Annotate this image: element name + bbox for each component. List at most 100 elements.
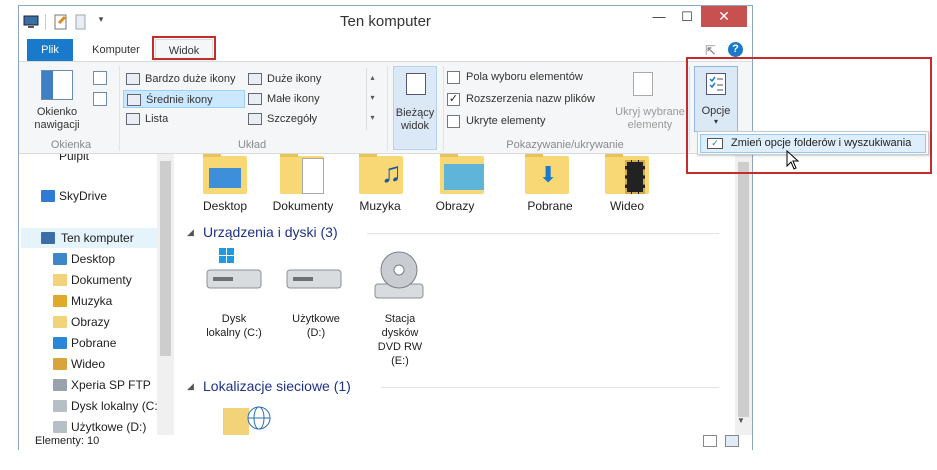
folder-dokumenty-label[interactable]: Dokumenty <box>263 199 343 213</box>
pictures-folder-icon <box>53 316 67 328</box>
nav-item-wideo[interactable]: Wideo <box>71 354 105 374</box>
dvd-label-1[interactable]: Stacja <box>365 312 435 326</box>
nav-item-desktop[interactable]: Desktop <box>71 249 115 269</box>
separator <box>119 66 120 151</box>
dvd-drive-icon[interactable] <box>367 246 431 302</box>
extra-large-icons-icon <box>126 73 140 85</box>
nav-pane-label-2[interactable]: nawigacji <box>29 119 85 131</box>
dvd-label-4[interactable]: (E:) <box>365 354 435 368</box>
section-collapse-icon[interactable]: ◢ <box>187 227 194 238</box>
nav-item-dysk-d[interactable]: Użytkowe (D:) <box>71 417 146 435</box>
disk-c-label-1[interactable]: Dysk <box>199 312 269 326</box>
nav-item-pulpit[interactable]: Pulpit <box>59 154 89 166</box>
current-view-icon <box>406 73 426 95</box>
folder-obrazy[interactable] <box>440 154 484 194</box>
dvd-label-3[interactable]: DVD RW <box>365 340 435 354</box>
skydrive-icon <box>41 190 55 202</box>
nav-item-xperia[interactable]: Xperia SP FTP <box>71 375 151 395</box>
nav-scrollbar-thumb[interactable] <box>160 161 171 356</box>
disk-d-icon[interactable] <box>283 246 347 294</box>
computer-icon <box>41 232 55 244</box>
separator <box>387 66 388 151</box>
content-pane: Desktop Dokumenty ♫ Muzyka Obrazy ⬇ Pobr… <box>175 154 735 435</box>
hide-selected-label-2[interactable]: elementy <box>615 119 685 131</box>
local-disk-c-icon[interactable] <box>203 246 267 294</box>
nav-item-pobrane[interactable]: Pobrane <box>71 333 116 353</box>
folder-pobrane[interactable]: ⬇ <box>525 154 569 194</box>
change-folder-options-item[interactable]: ✓ Zmień opcje folderów i wyszukiwania <box>700 134 926 153</box>
help-icon[interactable]: ? <box>728 42 743 57</box>
ribbon-tabs: Plik Komputer Widok ⇱ ? <box>19 39 752 61</box>
layout-scroll-buttons[interactable]: ▴ ▾ ▾ <box>366 68 378 130</box>
folder-muzyka-label[interactable]: Muzyka <box>340 199 420 213</box>
maximize-button[interactable]: ☐ <box>673 6 701 27</box>
scroll-down-icon[interactable]: ▼ <box>737 416 745 425</box>
group-okienka: Okienka <box>50 139 92 151</box>
folder-wideo[interactable] <box>605 154 649 194</box>
file-extensions-label[interactable]: Rozszerzenia nazw plików <box>466 93 595 105</box>
hidden-items-label[interactable]: Ukryte elementy <box>466 115 545 127</box>
nav-item-dokumenty[interactable]: Dokumenty <box>71 270 132 290</box>
current-view-button[interactable]: Bieżący widok <box>393 66 437 150</box>
tab-plik[interactable]: Plik <box>27 39 73 61</box>
details-pane-icon[interactable] <box>93 92 107 106</box>
folder-desktop[interactable] <box>203 154 247 194</box>
details-icon <box>248 113 262 125</box>
folder-obrazy-label[interactable]: Obrazy <box>415 199 495 213</box>
minimize-button[interactable]: — <box>645 6 673 27</box>
network-header[interactable]: Lokalizacje sieciowe (1) <box>203 378 351 394</box>
music-folder-icon <box>53 295 67 307</box>
disk-d-label-2[interactable]: (D:) <box>281 326 351 340</box>
desktop-folder-icon <box>53 253 67 265</box>
layout-medium[interactable]: Średnie ikony <box>123 90 245 108</box>
ribbon: Okienko nawigacji Okienka Bardzo duże ik… <box>19 61 752 154</box>
item-checkboxes-label[interactable]: Pola wyboru elementów <box>466 71 583 83</box>
section-collapse-icon[interactable]: ◢ <box>187 381 194 392</box>
preview-pane-icon[interactable] <box>93 71 107 85</box>
nav-item-skydrive[interactable]: SkyDrive <box>59 186 107 206</box>
layout-details[interactable]: Szczegóły <box>245 110 363 128</box>
nav-item-dysk-c[interactable]: Dysk lokalny (C:) <box>71 396 157 416</box>
tab-komputer[interactable]: Komputer <box>83 39 149 61</box>
folder-wideo-label[interactable]: Wideo <box>587 199 667 213</box>
documents-folder-icon <box>53 274 67 286</box>
details-view-icon[interactable] <box>703 435 717 447</box>
item-checkboxes-checkbox[interactable] <box>447 71 460 84</box>
folder-muzyka[interactable]: ♫ <box>359 154 403 194</box>
nav-item-muzyka[interactable]: Muzyka <box>71 291 112 311</box>
file-extensions-checkbox[interactable]: ✓ <box>447 93 460 106</box>
nav-pane-label-1[interactable]: Okienko <box>29 106 85 118</box>
videos-folder-icon <box>53 358 67 370</box>
layout-extra-large[interactable]: Bardzo duże ikony <box>123 70 245 88</box>
disk-c-label-2[interactable]: lokalny (C:) <box>199 326 269 340</box>
ftp-icon <box>53 379 67 391</box>
folder-pobrane-label[interactable]: Pobrane <box>510 199 590 213</box>
hide-selected-label-1[interactable]: Ukryj wybrane <box>615 106 685 118</box>
folder-options-icon: ✓ <box>707 138 723 149</box>
mouse-cursor-icon <box>786 149 800 170</box>
layout-small[interactable]: Małe ikony <box>245 90 363 108</box>
hide-selected-icon[interactable] <box>633 72 653 96</box>
title-bar: ▾ Ten komputer — ☐ ✕ <box>19 6 752 38</box>
hidden-items-checkbox[interactable] <box>447 115 460 128</box>
current-view-label-1: Bieżący <box>395 107 435 119</box>
close-button[interactable]: ✕ <box>701 6 747 27</box>
disk-d-label-1[interactable]: Użytkowe <box>281 312 351 326</box>
devices-header[interactable]: Urządzenia i dyski (3) <box>203 224 338 240</box>
nav-item-obrazy[interactable]: Obrazy <box>71 312 110 332</box>
folder-desktop-label[interactable]: Desktop <box>185 199 265 213</box>
folder-dokumenty[interactable] <box>280 154 324 194</box>
group-uklad: Układ <box>237 139 267 151</box>
network-header-line <box>381 387 719 388</box>
layout-large[interactable]: Duże ikony <box>245 70 363 88</box>
network-location-icon[interactable] <box>223 404 273 435</box>
content-scrollbar-thumb[interactable] <box>738 162 749 417</box>
layout-list[interactable]: Lista <box>123 110 245 128</box>
nav-item-ten-komputer[interactable]: Ten komputer <box>61 228 134 248</box>
large-icons-view-icon[interactable] <box>725 435 739 447</box>
explorer-window: ▾ Ten komputer — ☐ ✕ Plik Komputer Widok… <box>18 5 753 450</box>
navigation-pane-icon[interactable] <box>41 70 73 100</box>
dvd-label-2[interactable]: dysków <box>365 326 435 340</box>
current-view-label-2: widok <box>400 120 430 132</box>
highlight-options <box>686 57 932 174</box>
